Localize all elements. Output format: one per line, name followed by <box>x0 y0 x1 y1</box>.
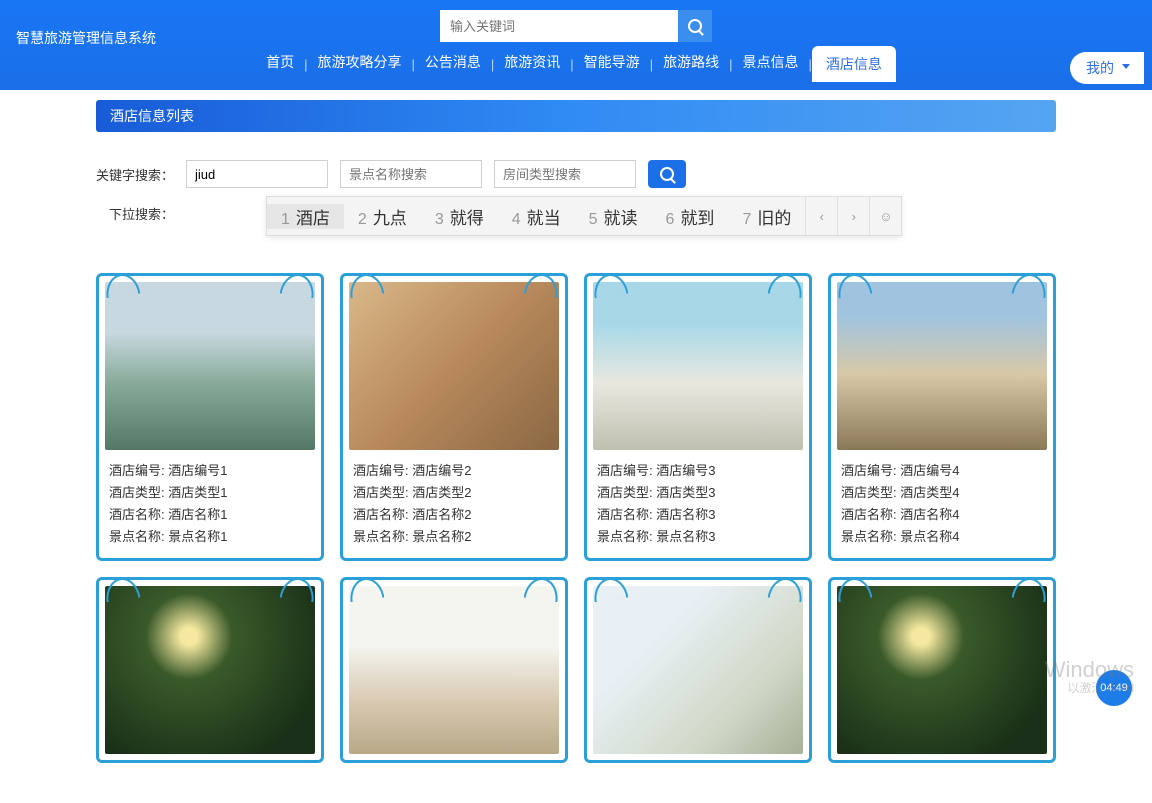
nav-item-4[interactable]: 智能导游 <box>574 46 650 82</box>
ime-candidate[interactable]: 1酒店 <box>267 204 344 229</box>
nav-item-5[interactable]: 旅游路线 <box>653 46 729 82</box>
main-nav: 首页|旅游攻略分享|公告消息|旅游资讯|智能导游|旅游路线|景点信息|酒店信息 … <box>0 46 1152 90</box>
filters: 关键字搜索： 1酒店2九点3就得4就当5就读6就到7旧的‹›☺ 下拉搜索： <box>96 160 1056 223</box>
hotel-info: 酒店编号: 酒店编号4酒店类型: 酒店类型4酒店名称: 酒店名称4景点名称: 景… <box>837 450 1047 552</box>
hotel-card[interactable] <box>828 577 1056 763</box>
hotel-image <box>349 586 559 754</box>
room-type-input[interactable] <box>494 160 636 188</box>
ime-candidate[interactable]: 2九点 <box>344 204 421 229</box>
ime-candidate[interactable]: 6就到 <box>652 204 729 229</box>
ime-candidate[interactable]: 5就读 <box>575 204 652 229</box>
ime-candidate[interactable]: 7旧的 <box>728 204 805 229</box>
hotel-image <box>837 282 1047 450</box>
hotel-image <box>349 282 559 450</box>
spot-name-input[interactable] <box>340 160 482 188</box>
hotel-card[interactable]: 酒店编号: 酒店编号4酒店类型: 酒店类型4酒店名称: 酒店名称4景点名称: 景… <box>828 273 1056 561</box>
global-search-input[interactable] <box>440 10 678 42</box>
dropdown-label: 下拉搜索： <box>96 204 174 223</box>
ime-emoji-icon[interactable]: ☺ <box>869 196 901 236</box>
hotel-image <box>593 586 803 754</box>
hotel-image <box>105 282 315 450</box>
hotel-image <box>837 586 1047 754</box>
ime-candidate[interactable]: 3就得 <box>421 204 498 229</box>
nav-item-0[interactable]: 首页 <box>256 46 304 82</box>
ime-candidates[interactable]: 1酒店2九点3就得4就当5就读6就到7旧的‹›☺ <box>266 196 902 236</box>
nav-item-7[interactable]: 酒店信息 <box>812 46 896 82</box>
hotel-card[interactable]: 酒店编号: 酒店编号1酒店类型: 酒店类型1酒店名称: 酒店名称1景点名称: 景… <box>96 273 324 561</box>
keyword-label: 关键字搜索： <box>96 165 174 184</box>
main-content: 酒店信息列表 关键字搜索： 1酒店2九点3就得4就当5就读6就到7旧的‹›☺ 下… <box>86 100 1066 803</box>
global-search <box>440 10 712 42</box>
hotel-card[interactable] <box>340 577 568 763</box>
my-account-button[interactable]: 我的 <box>1070 52 1144 84</box>
ime-candidate[interactable]: 4就当 <box>498 204 575 229</box>
hotel-info: 酒店编号: 酒店编号2酒店类型: 酒店类型2酒店名称: 酒店名称2景点名称: 景… <box>349 450 559 552</box>
nav-item-3[interactable]: 旅游资讯 <box>494 46 570 82</box>
hotel-card[interactable] <box>584 577 812 763</box>
keyword-input[interactable] <box>186 160 328 188</box>
nav-item-1[interactable]: 旅游攻略分享 <box>308 46 412 82</box>
filter-search-button[interactable] <box>648 160 686 188</box>
ime-nav-arrow[interactable]: ‹ <box>805 196 837 236</box>
hotel-info: 酒店编号: 酒店编号3酒店类型: 酒店类型3酒店名称: 酒店名称3景点名称: 景… <box>593 450 803 552</box>
global-search-button[interactable] <box>678 10 712 42</box>
search-icon <box>660 167 674 181</box>
hotel-info: 酒店编号: 酒店编号1酒店类型: 酒店类型1酒店名称: 酒店名称1景点名称: 景… <box>105 450 315 552</box>
hotel-image <box>593 282 803 450</box>
app-header: 智慧旅游管理信息系统 首页|旅游攻略分享|公告消息|旅游资讯|智能导游|旅游路线… <box>0 0 1152 90</box>
nav-item-6[interactable]: 景点信息 <box>732 46 808 82</box>
search-icon <box>688 19 702 33</box>
hotel-grid: 酒店编号: 酒店编号1酒店类型: 酒店类型1酒店名称: 酒店名称1景点名称: 景… <box>96 273 1056 763</box>
video-time-badge: 04:49 <box>1094 668 1134 708</box>
hotel-card[interactable]: 酒店编号: 酒店编号2酒店类型: 酒店类型2酒店名称: 酒店名称2景点名称: 景… <box>340 273 568 561</box>
nav-item-2[interactable]: 公告消息 <box>415 46 491 82</box>
hotel-card[interactable]: 酒店编号: 酒店编号3酒店类型: 酒店类型3酒店名称: 酒店名称3景点名称: 景… <box>584 273 812 561</box>
hotel-image <box>105 586 315 754</box>
ime-nav-arrow[interactable]: › <box>837 196 869 236</box>
section-title: 酒店信息列表 <box>96 100 1056 132</box>
hotel-card[interactable] <box>96 577 324 763</box>
